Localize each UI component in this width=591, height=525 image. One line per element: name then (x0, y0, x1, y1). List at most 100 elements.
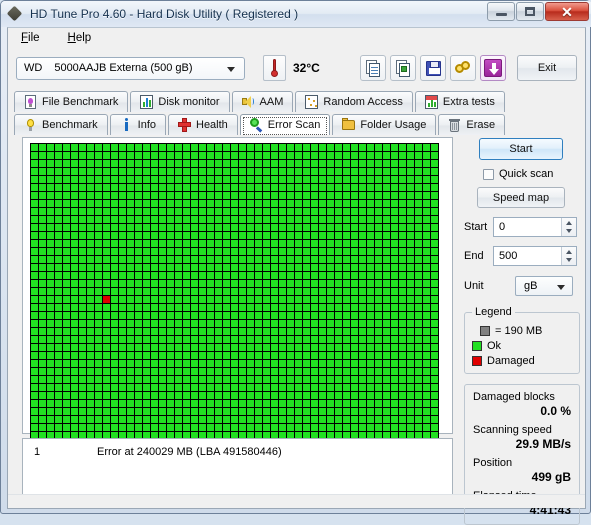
scan-block-ok (95, 288, 102, 295)
start-input[interactable]: 0 (493, 217, 577, 237)
scan-block-ok (287, 168, 294, 175)
scan-block-ok (191, 280, 198, 287)
scan-block-ok (375, 336, 382, 343)
scan-block-ok (79, 360, 86, 367)
scan-block-ok (351, 408, 358, 415)
tab-erase[interactable]: Erase (438, 114, 506, 135)
scan-block-ok (39, 232, 46, 239)
scan-block-ok (47, 192, 54, 199)
scan-block-ok (311, 376, 318, 383)
device-dropdown[interactable]: WD 5000AAJB Externa (500 gB) (16, 56, 245, 80)
copy-image-button[interactable] (390, 55, 416, 81)
scan-block-ok (111, 304, 118, 311)
copy-text-button[interactable] (360, 55, 386, 81)
scan-block-ok (303, 272, 310, 279)
scan-block-grid[interactable] (30, 143, 439, 440)
scan-block-ok (39, 384, 46, 391)
tab-file-benchmark-label: File Benchmark (42, 96, 119, 108)
scan-block-ok (79, 208, 86, 215)
scan-block-ok (39, 288, 46, 295)
tab-folder-usage[interactable]: Folder Usage (332, 114, 437, 135)
scan-block-ok (167, 336, 174, 343)
scan-block-ok (359, 208, 366, 215)
scan-block-ok (231, 216, 238, 223)
scan-block-ok (159, 320, 166, 327)
scan-block-ok (247, 216, 254, 223)
scan-block-ok (335, 224, 342, 231)
scan-block-ok (247, 328, 254, 335)
tab-disk-monitor[interactable]: Disk monitor (130, 91, 230, 112)
scan-block-ok (159, 280, 166, 287)
scan-block-ok (175, 264, 182, 271)
scan-block-ok (159, 296, 166, 303)
scan-block-ok (271, 392, 278, 399)
scan-block-ok (191, 288, 198, 295)
unit-dropdown[interactable]: gB (515, 276, 573, 296)
download-button[interactable] (480, 55, 506, 81)
scan-block-ok (207, 208, 214, 215)
scan-block-ok (55, 288, 62, 295)
gold-rings-button[interactable] (450, 55, 476, 81)
scan-block-ok (431, 288, 438, 295)
save-button[interactable] (420, 55, 446, 81)
tab-info[interactable]: Info (109, 114, 166, 135)
scan-block-ok (335, 200, 342, 207)
tab-health[interactable]: Health (168, 114, 238, 135)
tab-file-benchmark[interactable]: File Benchmark (14, 91, 129, 112)
tab-extra-tests[interactable]: Extra tests (414, 91, 505, 112)
start-button[interactable]: Start (479, 138, 563, 160)
scan-block-ok (207, 200, 214, 207)
maximize-button[interactable] (516, 2, 544, 21)
speed-map-button[interactable]: Speed map (477, 187, 565, 208)
scan-block-ok (55, 248, 62, 255)
minimize-button[interactable] (487, 2, 515, 21)
scan-block-ok (55, 416, 62, 423)
end-input[interactable]: 500 (493, 246, 577, 266)
scan-block-ok (327, 400, 334, 407)
scan-block-ok (87, 248, 94, 255)
exit-button[interactable]: Exit (517, 55, 577, 81)
scan-block-ok (351, 352, 358, 359)
scan-block-ok (407, 272, 414, 279)
scan-block-ok (423, 232, 430, 239)
scan-block-ok (55, 368, 62, 375)
error-log-panel[interactable]: 1 Error at 240029 MB (LBA 491580446) (22, 438, 453, 496)
tab-benchmark[interactable]: Benchmark (14, 114, 108, 135)
scan-block-ok (311, 256, 318, 263)
quick-scan-row[interactable]: Quick scan (483, 168, 580, 180)
scan-block-ok (103, 256, 110, 263)
start-stepper[interactable] (561, 218, 576, 236)
tab-aam[interactable]: AAM (231, 91, 294, 112)
scan-block-ok (287, 240, 294, 247)
end-stepper[interactable] (561, 247, 576, 265)
scan-block-ok (159, 352, 166, 359)
scan-block-ok (127, 192, 134, 199)
scan-block-ok (39, 416, 46, 423)
scan-block-ok (199, 360, 206, 367)
scan-block-ok (295, 424, 302, 431)
scan-block-ok (239, 344, 246, 351)
menu-file[interactable]: File (17, 30, 44, 46)
scan-block-ok (183, 272, 190, 279)
scan-block-ok (119, 400, 126, 407)
scan-block-ok (287, 328, 294, 335)
scan-block-ok (359, 248, 366, 255)
scan-block-ok (159, 360, 166, 367)
tab-random-access[interactable]: Random Access (295, 91, 413, 112)
quick-scan-checkbox[interactable] (483, 168, 494, 180)
scan-block-ok (247, 176, 254, 183)
scan-block-ok (183, 368, 190, 375)
scan-block-ok (423, 256, 430, 263)
scan-block-ok (143, 408, 150, 415)
scan-block-ok (175, 320, 182, 327)
menu-help[interactable]: Help (64, 30, 96, 46)
scan-block-ok (223, 304, 230, 311)
close-button[interactable]: ✕ (545, 2, 589, 21)
scan-block-ok (327, 392, 334, 399)
scan-block-ok (375, 296, 382, 303)
tab-error-scan[interactable]: Error Scan (239, 114, 331, 135)
scan-block-ok (359, 192, 366, 199)
scan-block-ok (367, 176, 374, 183)
scan-block-ok (207, 320, 214, 327)
scan-block-ok (167, 312, 174, 319)
